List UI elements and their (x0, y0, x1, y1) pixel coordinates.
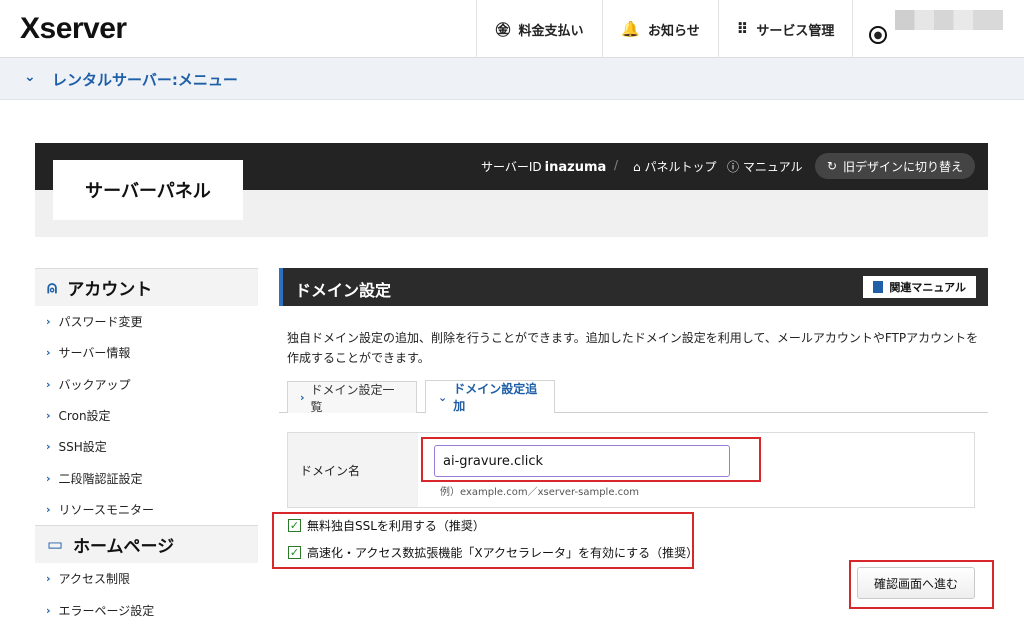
home-icon: ⌂ (633, 160, 641, 174)
sidebar-item-error-page[interactable]: › エラーページ設定 (35, 594, 258, 625)
nav-notice-label: お知らせ (647, 23, 700, 39)
sidebar-item-access-restriction[interactable]: › アクセス制限 (35, 563, 258, 594)
sub-header[interactable]: ⌄ レンタルサーバー:メニュー (0, 58, 1024, 100)
sidebar-item-label: サーバー情報 (58, 346, 131, 361)
chevron-right-icon: › (46, 409, 51, 423)
related-manual-label: 関連マニュアル (889, 281, 966, 294)
domain-form-table: ドメイン名 例）example.com／xserver-sample.com (287, 432, 975, 508)
domain-example-hint: 例）example.com／xserver-sample.com (440, 487, 640, 498)
nav-user-account[interactable]: ● (852, 0, 1024, 58)
domain-name-label: ドメイン名 (288, 433, 418, 507)
user-name-masked (895, 10, 1003, 30)
sidebar-item-label: エラーページ設定 (58, 603, 155, 618)
sidebar-item-label: アクセス制限 (58, 572, 130, 587)
sidebar-item-label: パスワード変更 (58, 315, 143, 330)
user-icon: ● (869, 26, 887, 44)
server-id-value: inazuma (544, 160, 607, 175)
sidebar: ⍝ アカウント › パスワード変更 › サーバー情報 › バックアップ › Cron設定… (35, 268, 258, 628)
person-icon: ⍝ (47, 277, 58, 298)
sidebar-item-two-factor[interactable]: › 二段階認証設定 (35, 462, 258, 493)
sidebar-item-label: SSH設定 (58, 440, 107, 455)
refresh-icon: ↻ (826, 159, 838, 173)
domain-settings-header: ドメイン設定 関連マニュアル (279, 268, 988, 306)
free-ssl-option[interactable]: ✓ 無料独自SSLを利用する（推奨） (288, 516, 485, 534)
sidebar-item-label: Cron設定 (58, 409, 111, 424)
free-ssl-label: 無料独自SSLを利用する（推奨） (307, 518, 485, 533)
sidebar-item-backup[interactable]: › バックアップ (35, 369, 258, 400)
tab-domain-add[interactable]: ⌄ ドメイン設定追加 (425, 380, 555, 413)
panel-top-link[interactable]: ⌂ パネルトップ (633, 158, 716, 175)
yen-icon: ㊎ (495, 20, 511, 39)
sidebar-section-homepage-title: ホームページ (73, 537, 175, 558)
server-id: サーバーID inazuma (481, 158, 606, 175)
sidebar-item-cron[interactable]: › Cron設定 (35, 400, 258, 431)
rental-server-menu-title: レンタルサーバー:メニュー (52, 71, 238, 89)
chevron-down-icon: ⌄ (438, 390, 448, 404)
tab-domain-list[interactable]: › ドメイン設定一覧 (287, 381, 417, 414)
nav-service-label: サービス管理 (756, 23, 835, 39)
chevron-right-icon: › (46, 471, 51, 485)
chevron-right-icon: › (46, 572, 51, 586)
x-accelerator-label: 高速化・アクセス数拡張機能「Xアクセラレータ」を有効にする（推奨） (307, 545, 699, 560)
chevron-right-icon: › (46, 377, 51, 391)
nav-payment-label: 料金支払い (518, 23, 584, 39)
tab-bar: › ドメイン設定一覧 ⌄ ドメイン設定追加 (279, 379, 988, 414)
switch-old-design-label: 旧デザインに切り替え (843, 159, 964, 174)
chevron-right-icon: › (46, 315, 51, 329)
chevron-down-icon: ⌄ (24, 69, 36, 85)
server-id-label: サーバーID (481, 160, 542, 174)
sidebar-item-server-info[interactable]: › サーバー情報 (35, 337, 258, 368)
server-panel-title: サーバーパネル (53, 160, 243, 220)
sidebar-item-label: リソースモニター (58, 502, 154, 517)
header-separator: / (614, 158, 619, 172)
switch-old-design-button[interactable]: ↻ 旧デザインに切り替え (815, 153, 975, 179)
chevron-right-icon: › (46, 346, 51, 360)
server-panel-header: サーバーID inazuma / ⌂ パネルトップ ⓘ マニュアル ↻ 旧デザイン… (35, 143, 988, 237)
sidebar-item-label: バックアップ (58, 377, 131, 392)
chevron-right-icon: › (46, 603, 51, 617)
chevron-right-icon: › (46, 502, 51, 516)
page-title: ドメイン設定 (295, 281, 392, 300)
sidebar-item-label: 二段階認証設定 (58, 471, 143, 486)
nav-payment[interactable]: ㊎ 料金支払い (476, 0, 602, 58)
window-icon: ▭ (47, 534, 64, 555)
sidebar-item-password[interactable]: › パスワード変更 (35, 306, 258, 337)
sidebar-item-ssh[interactable]: › SSH設定 (35, 431, 258, 462)
sidebar-item-resource-monitor[interactable]: › リソースモニター (35, 494, 258, 525)
nav-notice[interactable]: 🔔 お知らせ (602, 0, 718, 58)
book-icon (873, 281, 884, 293)
tab-domain-add-label: ドメイン設定追加 (453, 382, 538, 413)
chevron-right-icon: › (46, 440, 51, 454)
sidebar-section-account-title: アカウント (67, 280, 153, 300)
free-ssl-checkbox[interactable]: ✓ (288, 518, 301, 532)
chevron-right-icon: › (300, 391, 305, 404)
x-accelerator-checkbox[interactable]: ✓ (288, 545, 301, 559)
bell-icon: 🔔 (621, 20, 640, 38)
panel-top-label: パネルトップ (644, 160, 717, 174)
manual-label: マニュアル (742, 160, 803, 174)
domain-name-input[interactable] (434, 445, 730, 477)
xserver-logo[interactable]: Xserver (20, 12, 127, 46)
main-content: ドメイン設定 関連マニュアル 独自ドメイン設定の追加、削除を行うことができます。… (279, 268, 988, 628)
related-manual-button[interactable]: 関連マニュアル (863, 276, 976, 298)
grid-icon: ⠿ (736, 20, 749, 38)
page-description: 独自ドメイン設定の追加、削除を行うことができます。追加したドメイン設定を利用して… (287, 331, 979, 365)
top-header: Xserver ㊎ 料金支払い 🔔 お知らせ ⠿ サービス管理 ● (0, 0, 1024, 58)
manual-link[interactable]: ⓘ マニュアル (727, 158, 802, 175)
nav-service-management[interactable]: ⠿ サービス管理 (718, 0, 852, 58)
x-accelerator-option[interactable]: ✓ 高速化・アクセス数拡張機能「Xアクセラレータ」を有効にする（推奨） (288, 543, 698, 561)
help-icon: ⓘ (727, 160, 740, 174)
proceed-to-confirm-button[interactable]: 確認画面へ進む (857, 567, 975, 599)
sidebar-section-account: ⍝ アカウント (35, 268, 258, 306)
sidebar-section-homepage: ▭ ホームページ (35, 525, 258, 564)
tab-domain-list-label: ドメイン設定一覧 (310, 382, 395, 414)
